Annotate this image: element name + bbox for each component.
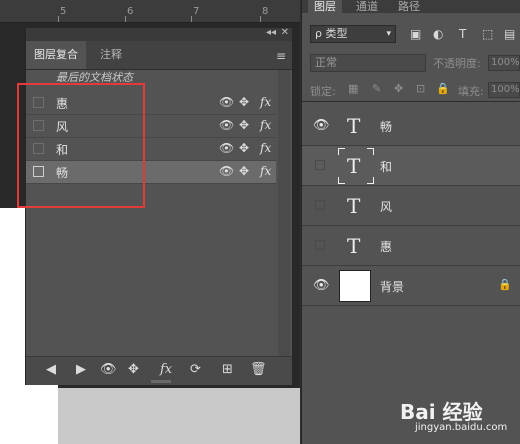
- type-filter-icon[interactable]: T: [459, 27, 466, 41]
- blend-mode-value: 正常: [315, 56, 337, 69]
- panel-titlebar[interactable]: ◂◂ ✕: [26, 27, 292, 41]
- new-comp-icon[interactable]: ⊞: [222, 362, 233, 377]
- lock-all-icon[interactable]: 🔒: [436, 82, 450, 95]
- lock-artboard-icon[interactable]: ⊡: [416, 82, 425, 95]
- layer-row-background[interactable]: 👁 背景 🔒: [302, 266, 520, 306]
- tab-notes[interactable]: 注释: [92, 41, 130, 69]
- lock-row: 锁定: ▦ ✎ ✥ ⊡ 🔒 填充: 100%: [302, 79, 520, 102]
- ruler-mark: 7: [193, 6, 200, 17]
- trash-icon[interactable]: 🗑: [250, 362, 267, 377]
- layer-name: 背景: [380, 280, 405, 294]
- text-layer-thumbnail: T: [347, 154, 361, 178]
- fx-icon[interactable]: fx: [260, 141, 271, 155]
- fx-icon[interactable]: fx: [260, 95, 271, 109]
- visibility-icon[interactable]: 👁: [219, 118, 234, 132]
- highlight-box: [17, 83, 145, 208]
- blend-row: 正常 不透明度: 100%: [302, 52, 520, 74]
- lock-label: 锁定:: [310, 85, 336, 98]
- filter-type-value: ρ 类型: [315, 27, 348, 40]
- visibility-toggle[interactable]: [315, 240, 325, 250]
- layer-name: 风: [380, 200, 393, 214]
- chevron-down-icon: ▾: [386, 29, 391, 39]
- position-icon[interactable]: ✥: [239, 141, 249, 155]
- previous-comp-icon[interactable]: ◀: [46, 362, 56, 377]
- layers-tabs: 图层 通道 路径: [302, 0, 520, 13]
- watermark-logo: Bai 经验: [400, 400, 483, 424]
- ruler-mark: 6: [127, 6, 134, 17]
- fill-label: 填充:: [458, 85, 484, 98]
- position-icon[interactable]: ✥: [239, 95, 249, 109]
- visibility-icon[interactable]: 👁: [219, 141, 234, 155]
- next-comp-icon[interactable]: ▶: [76, 362, 86, 377]
- collapse-icon[interactable]: ◂◂: [266, 27, 276, 38]
- layer-name: 畅: [380, 120, 393, 134]
- lock-image-icon[interactable]: ✎: [372, 82, 381, 95]
- update-style-icon[interactable]: fx: [160, 362, 172, 377]
- lock-position-icon[interactable]: ✥: [394, 82, 403, 95]
- layer-name: 和: [380, 160, 393, 174]
- close-icon[interactable]: ✕: [281, 27, 289, 38]
- resize-grip[interactable]: [151, 380, 171, 383]
- filter-bar: ρ 类型 ▾ ▣ ◐ T ⬚ ▤: [302, 22, 520, 48]
- shape-filter-icon[interactable]: ⬚: [482, 27, 493, 41]
- visibility-icon[interactable]: 👁: [219, 164, 234, 178]
- eye-icon[interactable]: 👁: [313, 278, 330, 293]
- visibility-toggle[interactable]: [315, 160, 325, 170]
- blend-mode-select[interactable]: 正常: [310, 54, 426, 72]
- tab-layer-comps[interactable]: 图层复合: [26, 41, 86, 69]
- fill-field[interactable]: 100%: [488, 82, 520, 98]
- text-layer-thumbnail: T: [347, 194, 361, 218]
- opacity-label: 不透明度:: [433, 57, 481, 70]
- text-layer-thumbnail: T: [347, 114, 361, 138]
- update-comp-icon[interactable]: ⟳: [190, 362, 201, 377]
- horizontal-ruler: 5 6 7 8: [0, 0, 300, 23]
- visibility-toggle[interactable]: [315, 200, 325, 210]
- background-thumbnail: [339, 270, 371, 302]
- pasteboard: [58, 388, 300, 444]
- position-icon[interactable]: ✥: [239, 118, 249, 132]
- tab-channels[interactable]: 通道: [350, 0, 384, 14]
- layer-row-chang[interactable]: 👁 T 畅: [302, 106, 520, 146]
- pixel-filter-icon[interactable]: ▣: [410, 27, 421, 41]
- position-icon[interactable]: ✥: [239, 164, 249, 178]
- layer-row-hui[interactable]: T 惠: [302, 226, 520, 266]
- update-visibility-icon[interactable]: 👁: [100, 362, 117, 377]
- smart-object-filter-icon[interactable]: ▤: [504, 27, 515, 41]
- layer-row-he[interactable]: T 和: [302, 146, 520, 186]
- layer-name: 惠: [380, 240, 393, 254]
- tab-paths[interactable]: 路径: [392, 0, 426, 14]
- adjustment-filter-icon[interactable]: ◐: [433, 27, 443, 41]
- fx-icon[interactable]: fx: [260, 118, 271, 132]
- scrollbar[interactable]: [278, 70, 290, 360]
- ruler-mark: 8: [262, 6, 269, 17]
- eye-icon[interactable]: 👁: [313, 118, 330, 133]
- panel-menu-icon[interactable]: ≡: [276, 49, 286, 63]
- text-layer-thumbnail: T: [347, 234, 361, 258]
- lock-icon: 🔒: [498, 278, 512, 291]
- update-position-icon[interactable]: ✥: [128, 362, 139, 377]
- watermark-url: jingyan.baidu.com: [415, 422, 508, 433]
- layer-row-feng[interactable]: T 风: [302, 186, 520, 226]
- panel-tabs: 图层复合 注释 ≡: [26, 41, 292, 70]
- visibility-icon[interactable]: 👁: [219, 95, 234, 109]
- filter-type-select[interactable]: ρ 类型 ▾: [310, 25, 396, 43]
- tab-layers[interactable]: 图层: [308, 0, 342, 13]
- layers-panel: 图层 通道 路径 ρ 类型 ▾ ▣ ◐ T ⬚ ▤ 正常 不透明度: 100% …: [301, 0, 520, 444]
- ruler-mark: 5: [60, 6, 67, 17]
- fx-icon[interactable]: fx: [260, 164, 271, 178]
- lock-transparent-icon[interactable]: ▦: [348, 82, 358, 95]
- opacity-field[interactable]: 100%: [488, 55, 520, 71]
